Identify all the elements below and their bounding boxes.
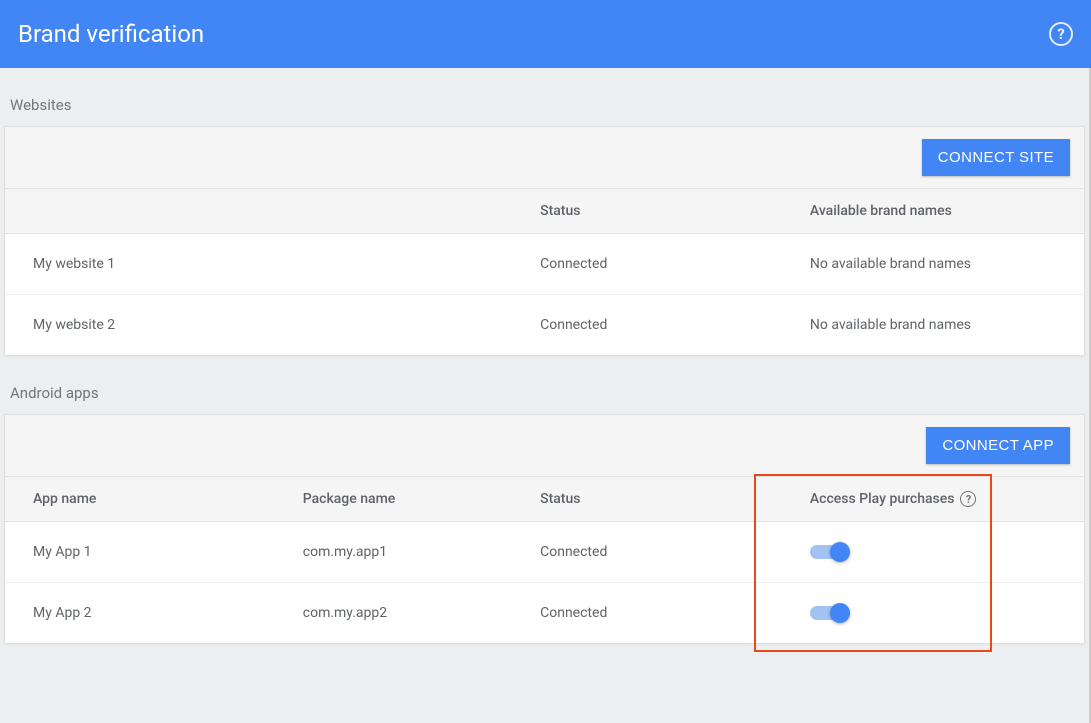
page-header: Brand verification ? [0, 0, 1091, 68]
app-access-toggle-cell [782, 522, 1084, 583]
app-package: com.my.app1 [275, 522, 512, 583]
websites-table: Status Available brand names My website … [5, 189, 1084, 355]
website-status: Connected [512, 234, 782, 295]
apps-table: App name Package name Status Access Play… [5, 477, 1084, 643]
websites-card-actionbar: CONNECT SITE [5, 127, 1084, 189]
app-status: Connected [512, 522, 782, 583]
table-row: My website 2 Connected No available bran… [5, 295, 1084, 356]
apps-col-name: App name [5, 477, 275, 522]
apps-col-access-label: Access Play purchases [810, 491, 955, 507]
websites-section-label: Websites [4, 68, 1085, 126]
apps-col-package: Package name [275, 477, 512, 522]
help-icon[interactable]: ? [1049, 22, 1073, 46]
apps-col-status: Status [512, 477, 782, 522]
app-access-toggle-cell [782, 583, 1084, 644]
website-brand: No available brand names [782, 295, 1084, 356]
websites-col-brand: Available brand names [782, 189, 1084, 234]
app-package: com.my.app2 [275, 583, 512, 644]
website-name: My website 2 [5, 295, 512, 356]
page-title: Brand verification [18, 20, 204, 48]
apps-card: CONNECT APP App name Package name Status… [4, 414, 1085, 644]
access-play-toggle[interactable] [810, 545, 848, 559]
website-brand: No available brand names [782, 234, 1084, 295]
website-status: Connected [512, 295, 782, 356]
table-row: My website 1 Connected No available bran… [5, 234, 1084, 295]
websites-col-name [5, 189, 512, 234]
apps-section-label: Android apps [4, 356, 1085, 414]
app-name: My App 2 [5, 583, 275, 644]
websites-card: CONNECT SITE Status Available brand name… [4, 126, 1085, 356]
websites-col-status: Status [512, 189, 782, 234]
app-status: Connected [512, 583, 782, 644]
website-name: My website 1 [5, 234, 512, 295]
table-row: My App 1 com.my.app1 Connected [5, 522, 1084, 583]
access-play-toggle[interactable] [810, 606, 848, 620]
app-name: My App 1 [5, 522, 275, 583]
table-row: My App 2 com.my.app2 Connected [5, 583, 1084, 644]
help-small-icon[interactable]: ? [960, 491, 976, 507]
apps-card-actionbar: CONNECT APP [5, 415, 1084, 477]
apps-col-access: Access Play purchases ? [782, 477, 1084, 522]
connect-app-button[interactable]: CONNECT APP [926, 427, 1070, 464]
connect-site-button[interactable]: CONNECT SITE [922, 139, 1070, 176]
page-content: Websites CONNECT SITE Status Available b… [0, 68, 1091, 723]
